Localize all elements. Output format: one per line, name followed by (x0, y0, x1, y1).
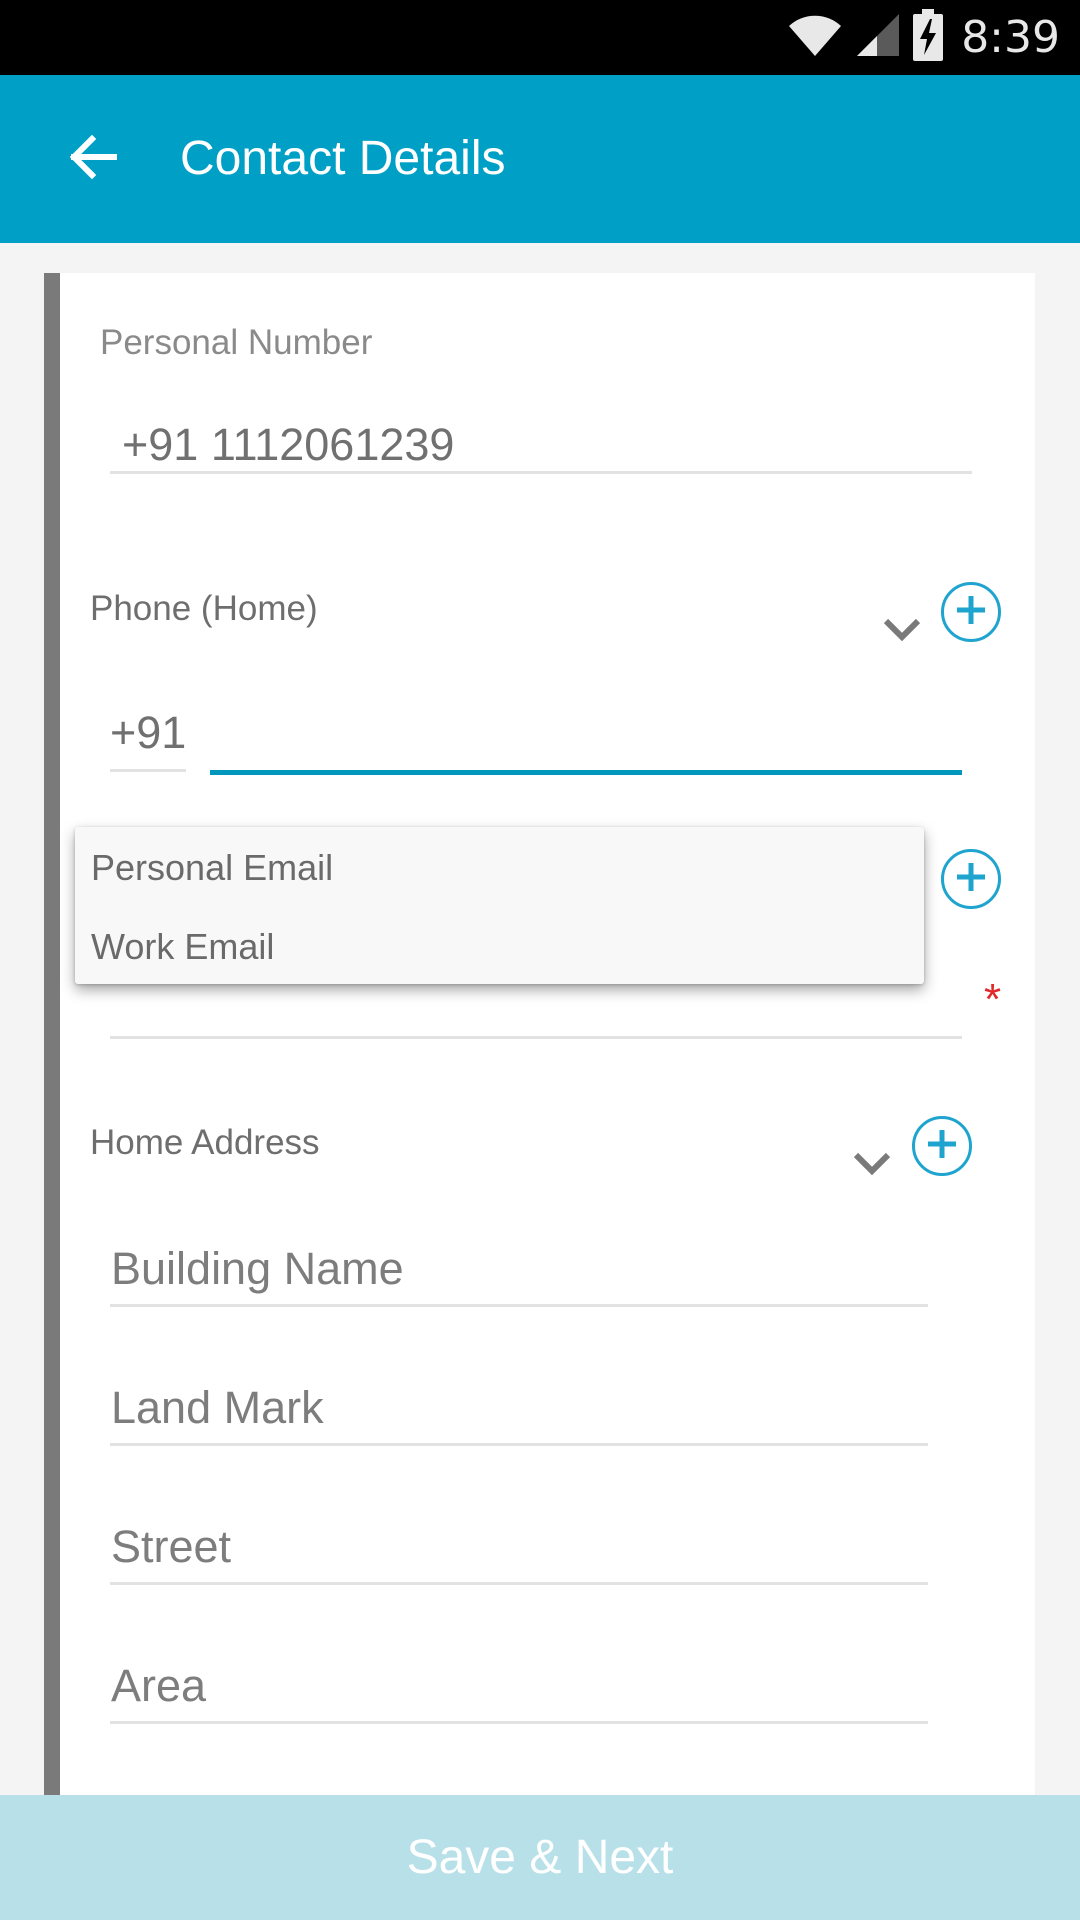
email-underline (110, 1036, 962, 1039)
add-phone-button[interactable] (941, 582, 1001, 642)
building-name-input[interactable]: Building Name (111, 1243, 404, 1295)
signal-icon (855, 12, 901, 63)
back-button[interactable] (50, 117, 134, 201)
plus-icon (954, 860, 988, 899)
plus-icon (925, 1127, 959, 1166)
landmark-underline (110, 1443, 928, 1446)
landmark-input[interactable]: Land Mark (111, 1382, 324, 1434)
area-input[interactable]: Area (111, 1660, 206, 1712)
arrow-back-icon (66, 131, 118, 188)
page-title: Contact Details (180, 132, 506, 185)
country-code-underline (110, 769, 186, 772)
status-time: 8:39 (961, 12, 1060, 63)
status-bar: 8:39 (0, 0, 1080, 75)
plus-icon (954, 593, 988, 632)
personal-number-value[interactable]: +91 1112061239 (122, 419, 454, 471)
phone-home-input[interactable] (210, 703, 962, 773)
save-next-label: Save & Next (406, 1831, 674, 1884)
phone-home-underline (210, 770, 962, 775)
home-address-label: Home Address (90, 1123, 320, 1162)
app-bar: Contact Details (0, 75, 1080, 243)
contact-form-card: Personal Number +91 1112061239 Phone (Ho… (44, 273, 1035, 1795)
country-code[interactable]: +91 (110, 707, 186, 759)
email-type-dropdown: Personal Email Work Email (75, 827, 924, 984)
phone-home-label: Phone (Home) (90, 589, 318, 628)
battery-charging-icon (913, 9, 944, 66)
chevron-down-icon[interactable] (882, 615, 922, 645)
add-address-button[interactable] (912, 1116, 972, 1176)
chevron-down-icon[interactable] (852, 1149, 892, 1179)
personal-number-underline (110, 471, 972, 474)
save-next-button[interactable]: Save & Next (0, 1795, 1080, 1920)
personal-number-label: Personal Number (100, 323, 373, 362)
wifi-icon (787, 12, 843, 63)
dropdown-option-work-email[interactable]: Work Email (91, 926, 274, 968)
building-name-underline (110, 1304, 928, 1307)
required-asterisk: * (984, 975, 1002, 1024)
add-email-button[interactable] (941, 849, 1001, 909)
status-icons: 8:39 (787, 0, 1060, 75)
street-underline (110, 1582, 928, 1585)
area-underline (110, 1721, 928, 1724)
dropdown-option-personal-email[interactable]: Personal Email (91, 847, 333, 889)
street-input[interactable]: Street (111, 1521, 231, 1573)
